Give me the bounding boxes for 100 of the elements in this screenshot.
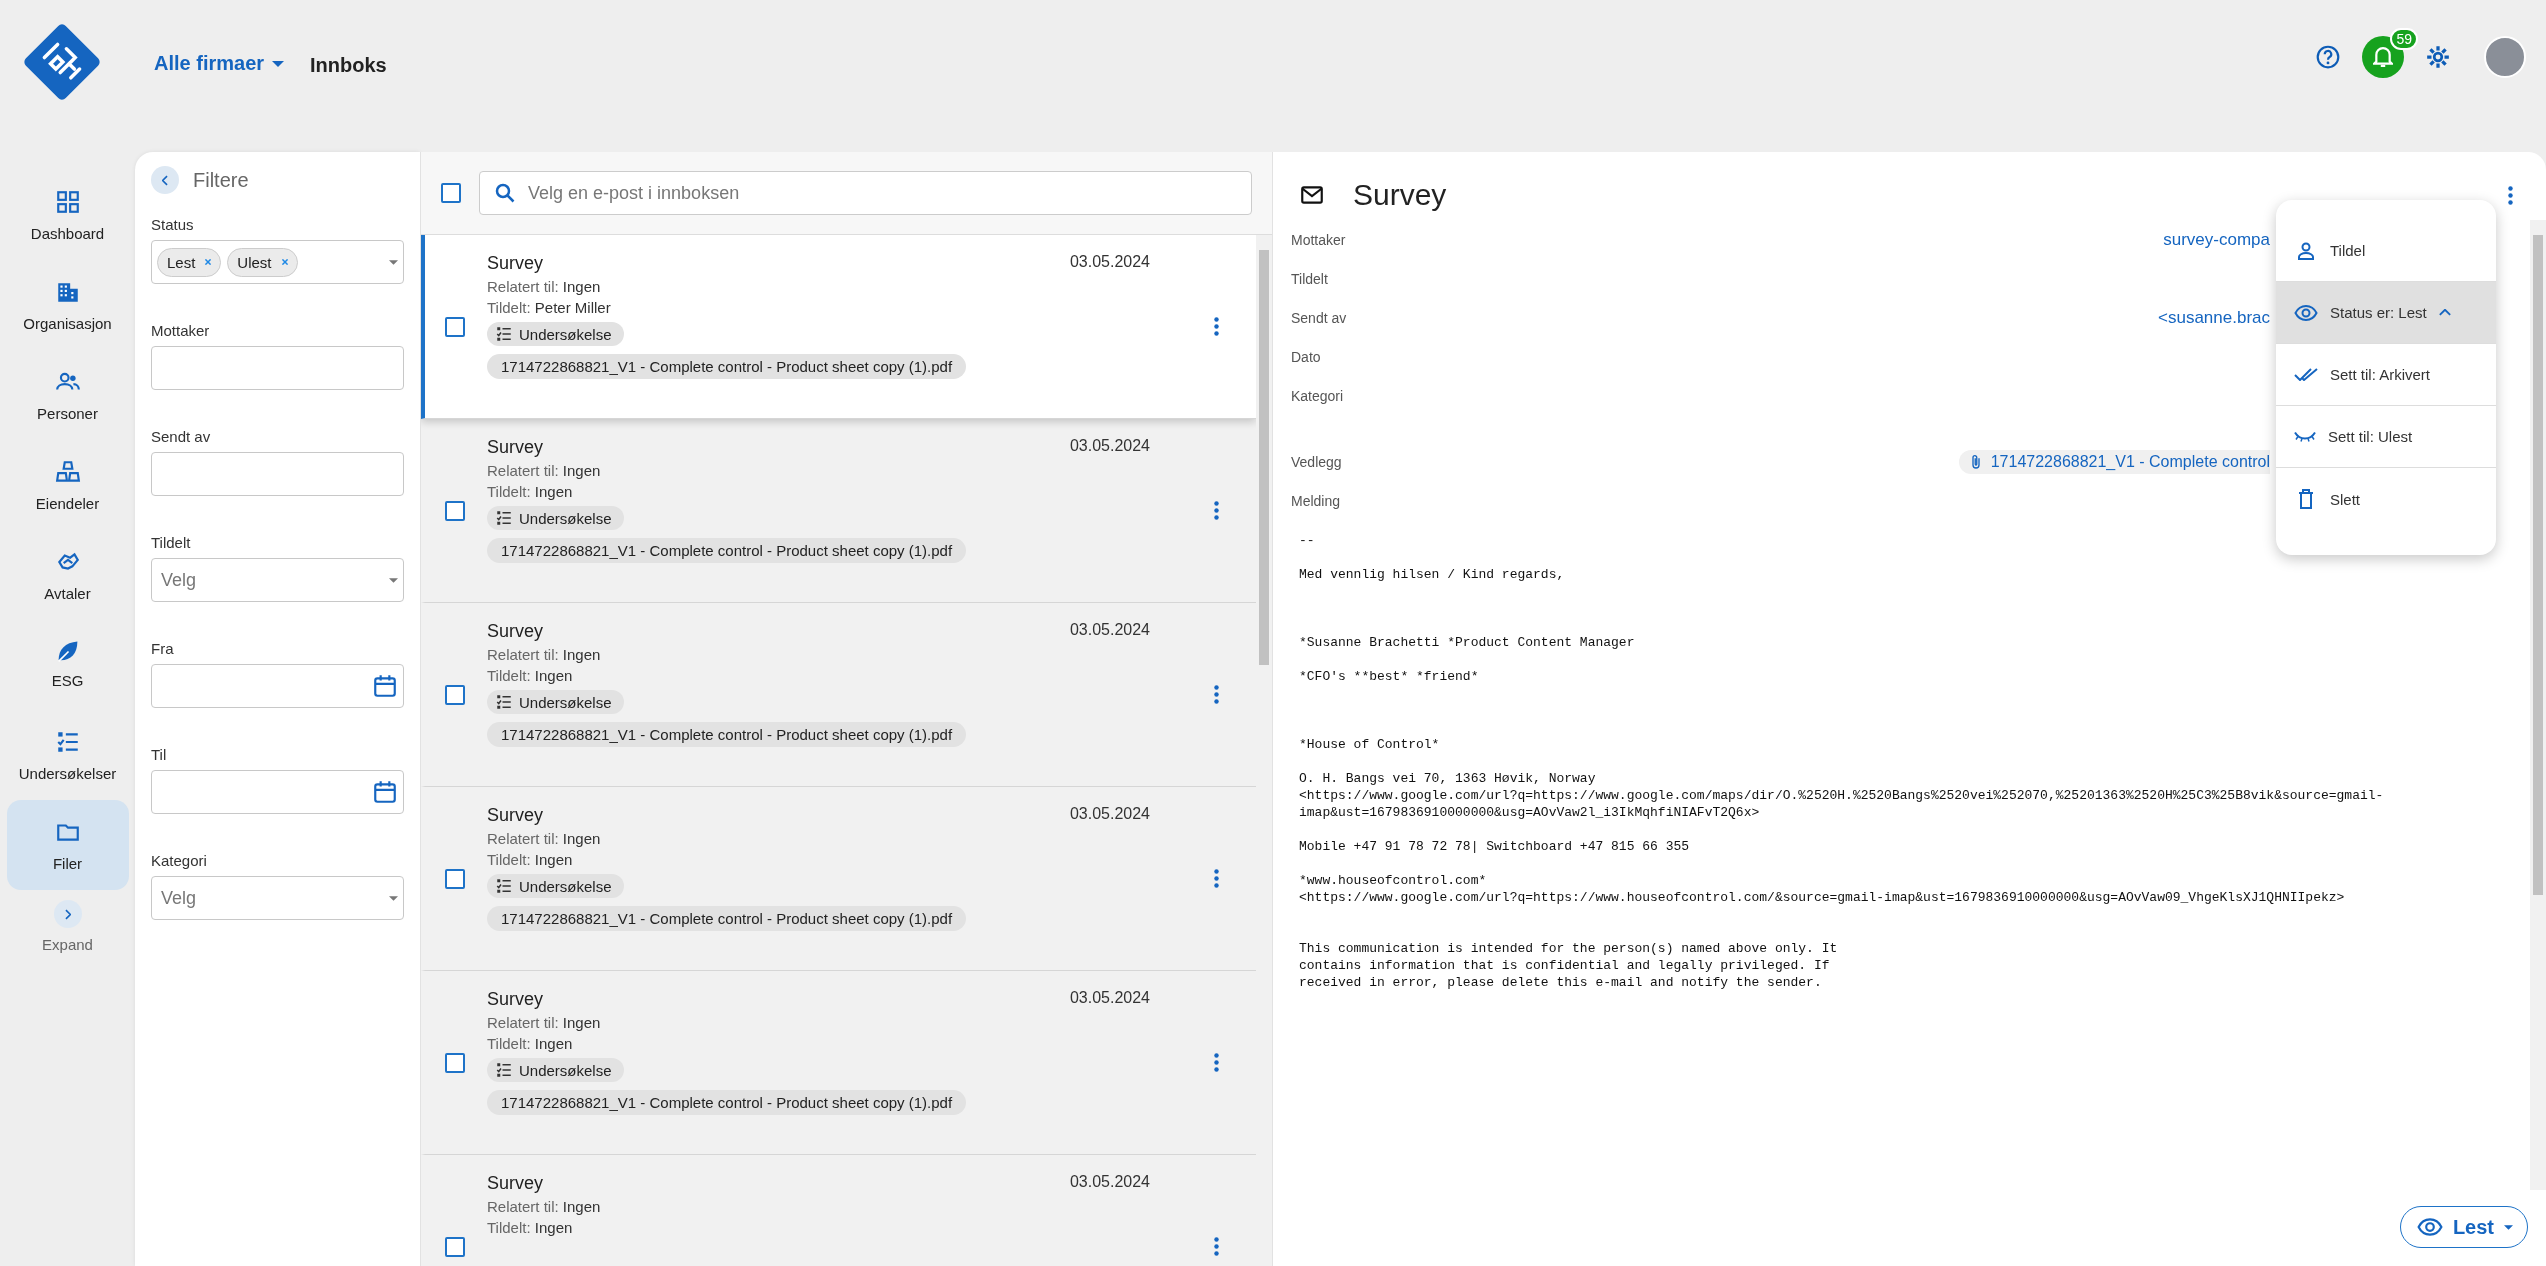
email-subject: Survey — [487, 805, 544, 826]
email-item[interactable]: Survey 03.05.2024 Relatert til: Ingen Tildelt: Ingen Undersøkelse 1714722868821_V1 - Complete control - Product sheet copy (1).pdf — [421, 971, 1256, 1155]
nav-item[interactable]: Organisasjon — [6, 260, 129, 350]
scrollbar-thumb[interactable] — [1259, 250, 1269, 665]
more-icon — [1213, 317, 1219, 336]
dropdown-icon — [389, 577, 398, 583]
remove-icon — [281, 259, 288, 265]
nav-item[interactable]: Undersøkelser — [6, 710, 129, 800]
menu-item[interactable]: Status er: Lest — [2276, 282, 2496, 344]
collapse-button[interactable] — [151, 166, 179, 194]
attachment-chip: 1714722868821_V1 - Complete control - Product sheet copy (1).pdf — [487, 906, 967, 931]
related-line: Relatert til: Ingen — [487, 278, 602, 295]
field-label: Dato — [1291, 348, 1321, 365]
field-label: Vedlegg — [1291, 453, 1342, 470]
status-button[interactable]: Lest — [2399, 1206, 2528, 1248]
nav-item[interactable]: ESG — [6, 620, 129, 710]
more-icon — [1213, 1053, 1219, 1072]
blocks-icon — [54, 458, 81, 485]
nav-item[interactable]: Personer — [6, 350, 129, 440]
related-line: Relatert til: Ingen — [487, 646, 602, 663]
field-label: Fra — [151, 640, 175, 657]
email-date: 03.05.2024 — [1069, 437, 1150, 456]
input-field[interactable] — [151, 346, 404, 390]
related-line: Relatert til: Ingen — [487, 1198, 602, 1215]
row-checkbox[interactable] — [445, 316, 465, 337]
search-icon — [493, 181, 517, 205]
attachment-chip: 1714722868821_V1 - Complete control - Product sheet copy (1).pdf — [487, 722, 967, 747]
checklist-icon — [495, 693, 513, 711]
row-checkbox[interactable] — [445, 868, 465, 889]
email-subject: Survey — [487, 621, 544, 642]
field-label: Status — [151, 216, 195, 233]
more-icon — [1213, 869, 1219, 888]
more-icon — [1213, 1237, 1219, 1256]
menu-item[interactable]: Sett til: Ulest — [2276, 406, 2496, 468]
menu-item[interactable]: Sett til: Arkivert — [2276, 344, 2496, 406]
company-selector[interactable]: Alle firmaer — [154, 52, 285, 75]
field-label: Mottaker — [151, 322, 211, 339]
nav-item[interactable]: Dashboard — [6, 170, 129, 260]
field-label: Sendt av — [151, 428, 212, 445]
field-value[interactable]: survey-compa — [2163, 229, 2270, 250]
status-select[interactable]: Lest Ulest — [151, 240, 404, 284]
filter-chip[interactable]: Ulest — [227, 247, 298, 277]
dropdown-icon — [389, 259, 398, 265]
email-item[interactable]: Survey 03.05.2024 Relatert til: Ingen Tildelt: Ingen Undersøkelse 1714722868821_V1 - Complete control - Product sheet copy (1).pdf — [421, 603, 1256, 787]
filters-title: Filtere — [193, 168, 249, 192]
nav-item[interactable]: Eiendeler — [6, 440, 129, 530]
nav-item[interactable]: Filer — [6, 800, 129, 890]
email-date: 03.05.2024 — [1069, 621, 1150, 640]
double-check-icon — [2294, 368, 2318, 381]
field-value[interactable]: <susanne.brac — [2158, 307, 2270, 328]
category-tag: Undersøkelse — [487, 874, 624, 898]
scrollbar[interactable] — [2530, 220, 2546, 1190]
category-tag: Undersøkelse — [487, 322, 624, 346]
expand-icon — [53, 900, 82, 928]
attachment-link[interactable]: 1714722868821_V1 - Complete control — [1958, 449, 2270, 474]
bell-icon — [2373, 47, 2393, 67]
expand-button[interactable]: Expand — [42, 900, 93, 953]
attachment-chip: 1714722868821_V1 - Complete control - Product sheet copy (1).pdf — [487, 354, 967, 379]
date-field[interactable] — [151, 664, 404, 708]
field-label: Melding — [1291, 492, 1341, 509]
date-field[interactable] — [151, 770, 404, 814]
select-field[interactable]: Velg — [151, 876, 404, 920]
search-field[interactable]: Velg en e-post i innboksen — [479, 171, 1252, 215]
grid-icon — [54, 188, 81, 215]
email-date: 03.05.2024 — [1069, 253, 1150, 272]
checklist-icon — [495, 877, 513, 895]
filter-chip[interactable]: Lest — [157, 247, 222, 277]
email-item[interactable]: Survey 03.05.2024 Relatert til: Ingen Tildelt: Ingen Undersøkelse 1714722868821_V1 - Complete control - Product sheet copy (1).pdf — [421, 419, 1256, 603]
row-checkbox[interactable] — [445, 1236, 465, 1257]
related-line: Relatert til: Ingen — [487, 830, 602, 847]
message-body: -- Med vennlig hilsen / Kind regards, *Susanne Brachetti *Product Content Manager *CFO's **best* *friend* *House of Control* O. H. Bangs vei 70, 1363 Høvik, Norway <https://www.google.com/url?q=https://www.google.com/maps/dir/O.%2520H.%2520Bangs%2520vei%252070,%25201363%2520H%25C3%25B8vik&source=gmail- imap&ust=1679836910000000&usg=AOvVaw2l_i3IkMqhfiNIAFvT2Q6x> Mobile +47 91 78 72 78| Switchboard +47 815 66 355 *www.houseofcontrol.com* <https://www.google.com/url?q=https://www.houseofcontrol.com/&source=gmail-imap&ust=1679836910000000&usg=AOvVaw09_VhgeKlsXJ1QHNIIpekz> This communication is intended for the person(s) named above only. It contains information that is confidential and legally privileged. If received in error, please delete this e-mail and notify the sender. — [1299, 532, 2385, 991]
row-checkbox[interactable] — [445, 684, 465, 705]
assigned-line: Tildelt: Ingen — [487, 667, 574, 684]
more-icon — [2507, 185, 2513, 205]
email-item[interactable]: Survey 03.05.2024 Relatert til: Ingen Tildelt: Ingen — [421, 1155, 1256, 1266]
email-item[interactable]: Survey 03.05.2024 Relatert til: Ingen Tildelt: Ingen Undersøkelse 1714722868821_V1 - Complete control - Product sheet copy (1).pdf — [421, 787, 1256, 971]
nav-item[interactable]: Avtaler — [6, 530, 129, 620]
leaf-icon — [57, 641, 78, 662]
attachment-chip: 1714722868821_V1 - Complete control - Product sheet copy (1).pdf — [487, 538, 967, 563]
field-label: Til — [151, 746, 168, 763]
settings-icon — [2425, 44, 2451, 70]
row-checkbox[interactable] — [445, 1052, 465, 1073]
email-date: 03.05.2024 — [1069, 805, 1150, 824]
email-item[interactable]: Survey 03.05.2024 Relatert til: Ingen Tildelt: Peter Miller Undersøkelse 1714722868821_V1 - Complete control - Product sheet copy (1).pdf — [421, 235, 1256, 419]
select-field[interactable]: Velg — [151, 558, 404, 602]
row-checkbox[interactable] — [445, 500, 465, 521]
dropdown-icon — [389, 895, 398, 901]
menu-item[interactable]: Slett — [2276, 468, 2496, 530]
checklist-icon — [495, 325, 513, 343]
field-label: Tildelt — [1291, 270, 1328, 287]
caret-icon — [272, 60, 285, 67]
avatar[interactable] — [2484, 36, 2526, 78]
scrollbar-thumb[interactable] — [2533, 235, 2543, 895]
scrollbar[interactable] — [1256, 235, 1272, 1266]
notification-count: 59 — [2390, 28, 2418, 50]
select-all-checkbox[interactable] — [441, 183, 461, 203]
assigned-line: Tildelt: Ingen — [487, 483, 574, 500]
field-label: Mottaker — [1291, 231, 1346, 248]
input-field[interactable] — [151, 452, 404, 496]
remove-icon — [205, 259, 212, 265]
